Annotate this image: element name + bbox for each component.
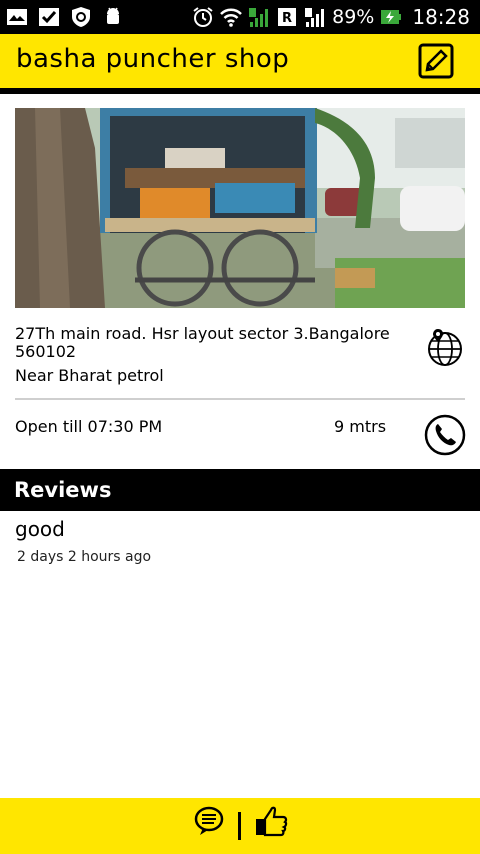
shop-landmark: Near Bharat petrol <box>15 366 164 385</box>
app-header: basha puncher shop <box>0 34 480 88</box>
android-icon <box>107 7 119 24</box>
clock: 18:28 <box>412 5 470 29</box>
thumbs-up-icon[interactable] <box>254 804 288 838</box>
edit-icon[interactable] <box>418 43 454 79</box>
wifi-icon <box>220 8 243 27</box>
shop-photo-image <box>15 108 465 308</box>
reviews-header: Reviews <box>0 469 480 511</box>
review-text: good <box>15 517 65 541</box>
battery-charging-icon <box>381 10 402 24</box>
globe-location-icon[interactable] <box>425 327 465 367</box>
reviews-title: Reviews <box>14 478 112 502</box>
shop-photo <box>15 108 465 308</box>
signal-2-icon <box>305 8 325 27</box>
roaming-icon: R <box>278 8 297 26</box>
status-bar: R 89% 18:28 <box>0 0 480 34</box>
system-icons: R 89% 18:28 <box>192 4 470 30</box>
shop-address: 27Th main road. Hsr layout sector 3.Bang… <box>15 324 390 361</box>
review-timestamp: 2 days 2 hours ago <box>17 549 152 565</box>
battery-percent: 89% <box>332 6 375 28</box>
info-divider <box>15 398 465 400</box>
notification-icons <box>6 4 124 30</box>
chat-icon[interactable] <box>194 806 224 836</box>
svg-text:R: R <box>282 11 292 26</box>
shield-icon <box>72 7 90 27</box>
mail-icon <box>7 9 27 25</box>
check-icon <box>39 8 59 26</box>
bottom-separator <box>238 812 241 840</box>
page-title: basha puncher shop <box>16 44 290 74</box>
opening-hours: Open till 07:30 PM <box>15 417 163 436</box>
header-divider <box>0 88 480 94</box>
distance: 9 mtrs <box>334 417 387 436</box>
alarm-icon <box>193 7 213 27</box>
phone-icon[interactable] <box>424 414 466 456</box>
signal-1-icon <box>249 8 269 27</box>
bottom-bar <box>0 798 480 854</box>
